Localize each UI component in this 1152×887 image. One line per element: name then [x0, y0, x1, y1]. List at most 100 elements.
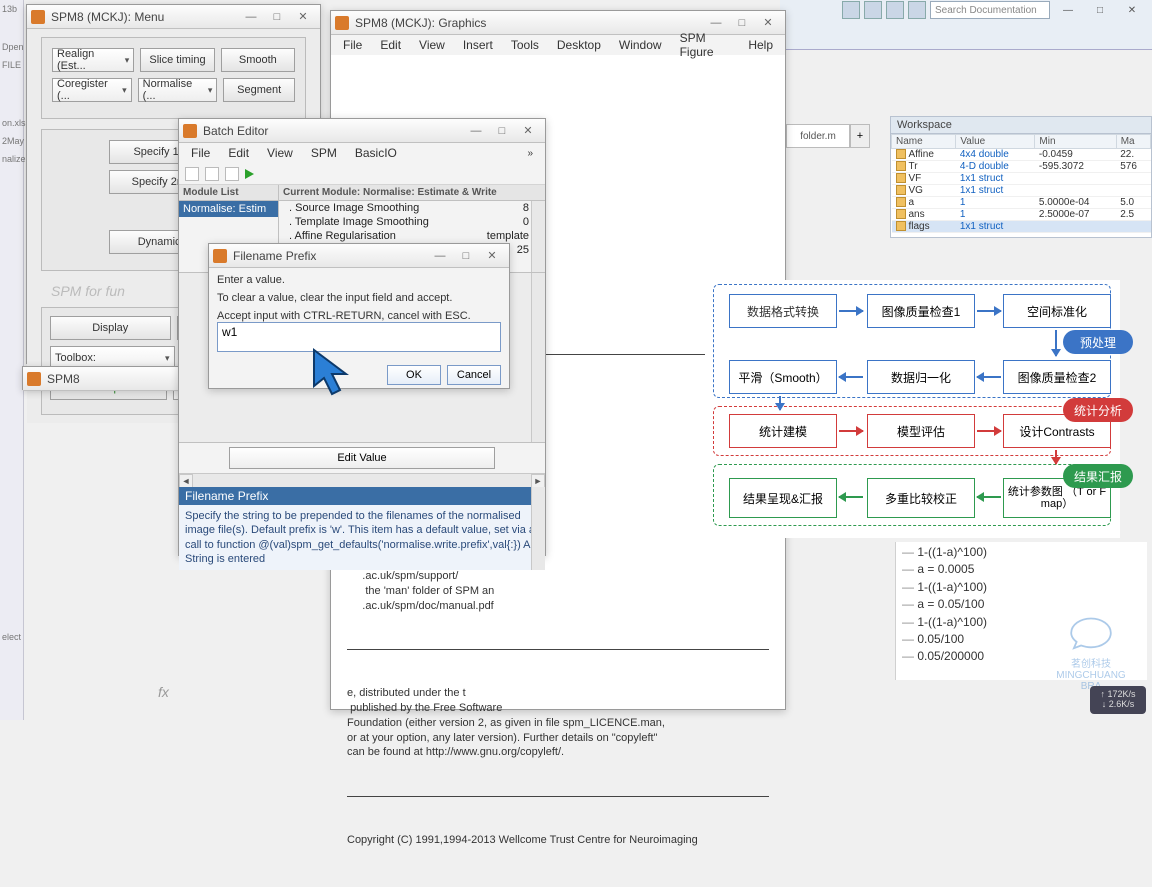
dialog-instruction: Enter a value.: [217, 274, 501, 286]
col-min[interactable]: Min: [1035, 135, 1116, 149]
module-list-item[interactable]: Normalise: Estim: [179, 201, 278, 217]
left-edge-strip: 13b Dpen FILE on.xls 2May nalize elect: [0, 0, 24, 720]
param-row[interactable]: . Affine Regularisationtemplate: [279, 229, 545, 243]
menu-tools[interactable]: Tools: [503, 36, 547, 54]
history-line[interactable]: a = 0.05/100: [902, 596, 1141, 613]
flow-box: 模型评估: [867, 414, 975, 448]
display-button[interactable]: Display: [50, 316, 171, 340]
flow-box: 数据归一化: [867, 360, 975, 394]
save-icon[interactable]: [225, 167, 239, 181]
slice-timing-button[interactable]: Slice timing: [140, 48, 214, 72]
close-button[interactable]: ✕: [290, 8, 316, 26]
minimize-button[interactable]: —: [427, 247, 453, 265]
doc-search-input[interactable]: Search Documentation: [930, 1, 1050, 19]
col-value[interactable]: Value: [956, 135, 1035, 149]
menu-basicio[interactable]: BasicIO: [347, 144, 405, 162]
vertical-scrollbar[interactable]: [531, 487, 545, 570]
module-list-header: Module List: [179, 185, 278, 201]
menu-file[interactable]: File: [183, 144, 218, 162]
brand-logo: 茗创科技 MINGCHUANG BRA: [1048, 612, 1134, 682]
editor-tab[interactable]: folder.m: [786, 124, 850, 148]
menu-desktop[interactable]: Desktop: [549, 36, 609, 54]
table-row[interactable]: Affine4x4 double-0.045922.: [892, 149, 1151, 161]
menu-spmfigure[interactable]: SPM Figure: [672, 29, 739, 61]
new-icon[interactable]: [185, 167, 199, 181]
menu-view[interactable]: View: [411, 36, 453, 54]
quick-access-icon[interactable]: [842, 1, 860, 19]
flow-box: 平滑（Smooth）: [729, 360, 837, 394]
menu-edit[interactable]: Edit: [372, 36, 409, 54]
flow-box: 图像质量检查1: [867, 294, 975, 328]
normalise-select[interactable]: Normalise (...: [138, 78, 218, 102]
dialog-title: Filename Prefix: [233, 249, 316, 263]
window-title: SPM8: [47, 372, 80, 386]
batch-menubar: File Edit View SPM BasicIO »: [179, 143, 545, 163]
matlab-icon: [27, 372, 41, 386]
stage-tag: 预处理: [1063, 330, 1133, 354]
window-title: Batch Editor: [203, 124, 268, 138]
param-row[interactable]: . Template Image Smoothing0: [279, 215, 545, 229]
history-line[interactable]: 1-((1-a)^100): [902, 579, 1141, 596]
flow-box: 数据格式转换: [729, 294, 837, 328]
menu-spm[interactable]: SPM: [303, 144, 345, 162]
table-row[interactable]: ans12.5000e-072.5: [892, 209, 1151, 221]
help-icon[interactable]: [908, 1, 926, 19]
table-row[interactable]: VF1x1 struct: [892, 173, 1151, 185]
matlab-icon: [31, 10, 45, 24]
pipeline-diagram: 数据格式转换 图像质量检查1 空间标准化 平滑（Smooth） 数据归一化 图像…: [705, 280, 1120, 538]
flow-box: 空间标准化: [1003, 294, 1111, 328]
menu-help[interactable]: Help: [740, 36, 781, 54]
minimize-button[interactable]: —: [238, 8, 264, 26]
close-button[interactable]: ✕: [515, 122, 541, 140]
close-button[interactable]: ✕: [1118, 2, 1146, 18]
table-row[interactable]: VG1x1 struct: [892, 185, 1151, 197]
menu-file[interactable]: File: [335, 36, 370, 54]
edit-value-button[interactable]: Edit Value: [229, 447, 495, 469]
close-button[interactable]: ✕: [479, 247, 505, 265]
filename-prefix-dialog: Filename Prefix — □ ✕ Enter a value. To …: [208, 243, 510, 389]
scroll-left-icon[interactable]: ◄: [179, 474, 193, 488]
add-tab-button[interactable]: +: [850, 124, 870, 148]
smooth-button[interactable]: Smooth: [221, 48, 295, 72]
run-icon[interactable]: [245, 169, 254, 179]
current-module-header: Current Module: Normalise: Estimate & Wr…: [279, 185, 545, 201]
coregister-select[interactable]: Coregister (...: [52, 78, 132, 102]
col-max[interactable]: Ma: [1116, 135, 1150, 149]
maximize-button[interactable]: □: [1086, 2, 1114, 18]
maximize-button[interactable]: □: [489, 122, 515, 140]
minimize-button[interactable]: —: [463, 122, 489, 140]
table-row[interactable]: Tr4-D double-595.3072576: [892, 161, 1151, 173]
quick-access-icon[interactable]: [886, 1, 904, 19]
vertical-scrollbar[interactable]: [531, 201, 545, 272]
maximize-button[interactable]: □: [264, 8, 290, 26]
maximize-button[interactable]: □: [453, 247, 479, 265]
cancel-button[interactable]: Cancel: [447, 365, 501, 385]
vertical-scrollbar[interactable]: [531, 273, 545, 442]
prefix-input[interactable]: [217, 322, 501, 352]
realign-select[interactable]: Realign (Est...: [52, 48, 134, 72]
help-body: Specify the string to be prepended to th…: [179, 505, 545, 570]
ok-button[interactable]: OK: [387, 365, 441, 385]
table-row[interactable]: a15.0000e-045.0: [892, 197, 1151, 209]
menu-insert[interactable]: Insert: [455, 36, 501, 54]
quick-access-icon[interactable]: [864, 1, 882, 19]
menu-view[interactable]: View: [259, 144, 301, 162]
matlab-icon: [335, 16, 349, 30]
menu-edit[interactable]: Edit: [220, 144, 257, 162]
col-name[interactable]: Name: [892, 135, 956, 149]
open-icon[interactable]: [205, 167, 219, 181]
scroll-right-icon[interactable]: ►: [531, 474, 545, 488]
graphics-menubar: File Edit View Insert Tools Desktop Wind…: [331, 35, 785, 55]
segment-button[interactable]: Segment: [223, 78, 295, 102]
menu-window[interactable]: Window: [611, 36, 670, 54]
table-row[interactable]: flags1x1 struct: [892, 221, 1151, 233]
param-row[interactable]: . Source Image Smoothing8: [279, 201, 545, 215]
workspace-title: Workspace: [891, 117, 1151, 134]
close-button[interactable]: ✕: [755, 14, 781, 32]
flow-box: 统计建模: [729, 414, 837, 448]
batch-toolbar: [179, 163, 545, 185]
history-line[interactable]: 1-((1-a)^100): [902, 544, 1141, 561]
fx-prompt[interactable]: fx: [158, 684, 169, 700]
history-line[interactable]: a = 0.0005: [902, 561, 1141, 578]
minimize-button[interactable]: —: [1054, 2, 1082, 18]
